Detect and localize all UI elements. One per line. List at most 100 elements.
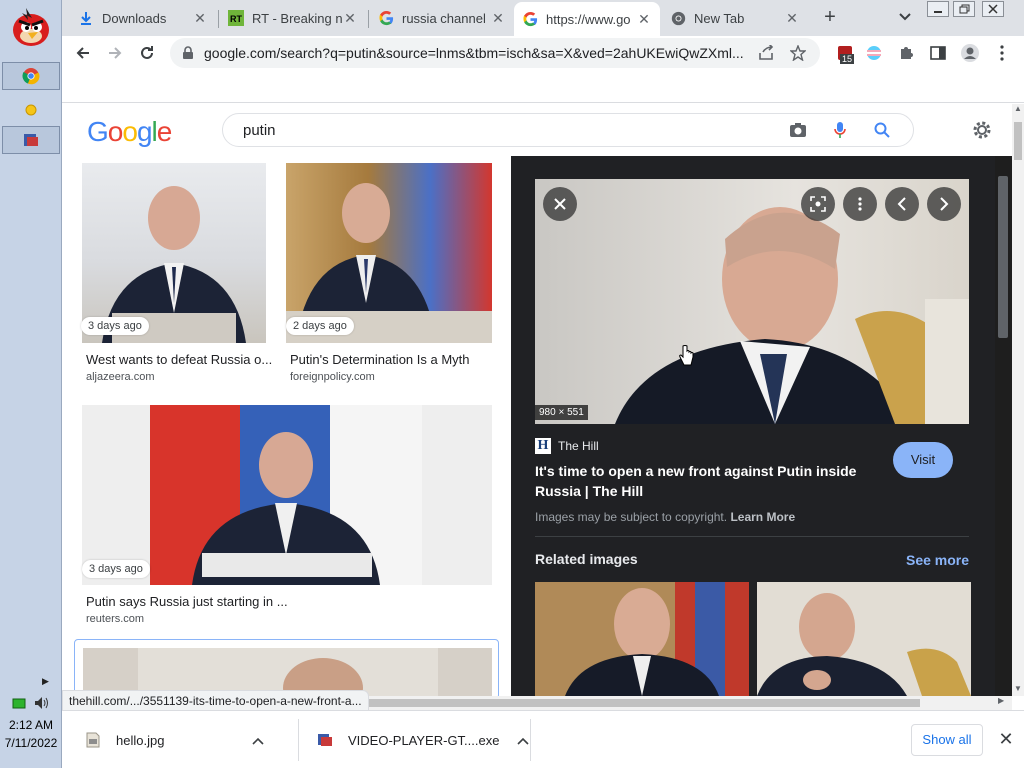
result-card[interactable]: 3 days ago Putin says Russia just starti… — [82, 405, 492, 627]
result-card-selected[interactable] — [74, 639, 499, 696]
result-title[interactable]: West wants to defeat Russia o... — [86, 352, 272, 367]
result-card[interactable]: 2 days ago Putin's Determination Is a My… — [286, 163, 492, 383]
source-name[interactable]: The Hill — [558, 439, 599, 453]
tab-label: https://www.go — [546, 11, 631, 27]
close-viewer-button[interactable] — [543, 187, 577, 221]
app-icon — [24, 134, 38, 146]
trans-flag-icon[interactable] — [863, 42, 885, 64]
clock-date[interactable]: 7/11/2022 — [0, 736, 62, 750]
arrow-left-icon — [76, 47, 89, 59]
profile-avatar-icon[interactable] — [959, 42, 981, 64]
close-icon[interactable]: ✕ — [490, 10, 506, 26]
puzzle-icon[interactable] — [895, 42, 917, 64]
side-panel-icon[interactable] — [927, 42, 949, 64]
chevron-up-icon[interactable] — [517, 733, 530, 748]
tab-google-images[interactable]: https://www.go ✕ — [514, 2, 660, 36]
tray-expand-icon[interactable]: ▶ — [42, 676, 49, 687]
download-item[interactable]: VIDEO-PLAYER-GT....exe — [314, 711, 530, 769]
reload-button[interactable] — [134, 40, 160, 66]
share-icon[interactable] — [758, 45, 776, 61]
page-scrollbar[interactable]: ▲ ▼ — [1012, 104, 1024, 696]
forward-button[interactable] — [102, 40, 128, 66]
result-thumbnail[interactable] — [286, 163, 492, 343]
result-thumbnail[interactable] — [83, 648, 492, 696]
related-image[interactable] — [535, 582, 749, 696]
volume-icon[interactable] — [34, 696, 50, 710]
camera-icon[interactable] — [787, 119, 809, 141]
reload-icon — [141, 46, 153, 59]
download-file-name: hello.jpg — [116, 732, 165, 748]
download-icon — [78, 10, 94, 26]
tab-separator — [218, 10, 219, 28]
menu-kebab-icon[interactable] — [991, 42, 1013, 64]
image-title-link[interactable]: It's time to open a new front against Pu… — [535, 461, 875, 501]
close-icon[interactable]: ✕ — [784, 10, 800, 26]
tab-new-tab[interactable]: New Tab ✕ — [662, 4, 808, 32]
download-separator — [298, 719, 299, 761]
gear-icon[interactable] — [970, 118, 994, 142]
tab-downloads[interactable]: Downloads ✕ — [70, 4, 216, 32]
preview-image[interactable]: 980 × 551 — [535, 179, 969, 424]
chevron-right-icon — [940, 197, 949, 211]
result-thumbnail[interactable] — [82, 163, 266, 343]
extension-badge-icon[interactable]: 15 — [834, 42, 856, 64]
result-title[interactable]: Putin's Determination Is a Myth — [290, 352, 470, 367]
close-downloads-icon[interactable]: ✕ — [996, 729, 1016, 749]
more-options-button[interactable] — [843, 187, 877, 221]
minimize-button[interactable] — [927, 1, 949, 17]
visit-button[interactable]: Visit — [893, 442, 953, 478]
result-card[interactable]: 3 days ago West wants to defeat Russia o… — [81, 163, 272, 383]
address-bar[interactable]: google.com/search?q=putin&source=lnms&tb… — [170, 38, 820, 68]
close-window-button[interactable] — [982, 1, 1004, 17]
back-button[interactable] — [70, 40, 96, 66]
taskbar-sun-button[interactable] — [2, 96, 60, 124]
related-image[interactable] — [757, 582, 971, 696]
lens-button[interactable] — [801, 187, 835, 221]
lock-icon[interactable] — [182, 46, 194, 60]
taskbar-chrome-button[interactable] — [2, 62, 60, 90]
image-file-icon — [82, 729, 104, 751]
search-box[interactable]: putin — [222, 113, 914, 147]
network-icon[interactable] — [12, 698, 26, 710]
new-tab-button[interactable]: + — [818, 6, 842, 30]
result-title[interactable]: Putin says Russia just starting in ... — [86, 594, 288, 609]
search-input[interactable]: putin — [243, 122, 787, 139]
result-thumbnail[interactable] — [82, 405, 492, 585]
close-icon[interactable]: ✕ — [192, 10, 208, 26]
close-icon[interactable]: ✕ — [342, 10, 358, 26]
download-item[interactable]: hello.jpg — [82, 711, 265, 769]
related-images-heading: Related images — [535, 551, 638, 567]
clock-time[interactable]: 2:12 AM — [0, 718, 62, 732]
result-source[interactable]: aljazeera.com — [86, 371, 154, 383]
close-icon — [554, 198, 566, 210]
angry-bird-icon[interactable] — [8, 4, 54, 48]
url-text[interactable]: google.com/search?q=putin&source=lnms&tb… — [204, 45, 744, 61]
downloads-bar: hello.jpg VIDEO-PLAYER-GT....exe Show al… — [62, 710, 1024, 768]
google-logo[interactable]: Google — [87, 116, 172, 148]
viewer-scrollbar[interactable] — [995, 156, 1012, 696]
download-separator — [530, 719, 531, 761]
close-icon[interactable]: ✕ — [636, 11, 652, 27]
google-header: Google putin — [62, 104, 1012, 156]
chevron-up-icon[interactable] — [252, 733, 265, 748]
sun-icon — [25, 104, 37, 116]
next-image-button[interactable] — [927, 187, 961, 221]
browser-toolbar: google.com/search?q=putin&source=lnms&tb… — [62, 36, 1024, 70]
restore-button[interactable] — [953, 1, 975, 17]
show-all-button[interactable]: Show all — [911, 724, 983, 756]
star-icon[interactable] — [790, 45, 806, 61]
tab-russia-channel[interactable]: russia channel ✕ — [370, 4, 514, 32]
os-taskbar: ▶ 2:12 AM 7/11/2022 — [0, 0, 62, 768]
taskbar-app-button[interactable] — [2, 126, 60, 154]
tab-search-icon[interactable] — [896, 8, 914, 26]
see-more-link[interactable]: See more — [906, 552, 969, 568]
previous-image-button[interactable] — [885, 187, 919, 221]
tab-rt[interactable]: RT RT - Breaking n ✕ — [220, 4, 366, 32]
source-row[interactable]: H The Hill — [535, 438, 599, 454]
result-source[interactable]: foreignpolicy.com — [290, 371, 375, 383]
result-source[interactable]: reuters.com — [86, 613, 144, 625]
exe-file-icon — [314, 729, 336, 751]
search-icon[interactable] — [871, 119, 893, 141]
learn-more-link[interactable]: Learn More — [730, 510, 795, 524]
microphone-icon[interactable] — [829, 119, 851, 141]
